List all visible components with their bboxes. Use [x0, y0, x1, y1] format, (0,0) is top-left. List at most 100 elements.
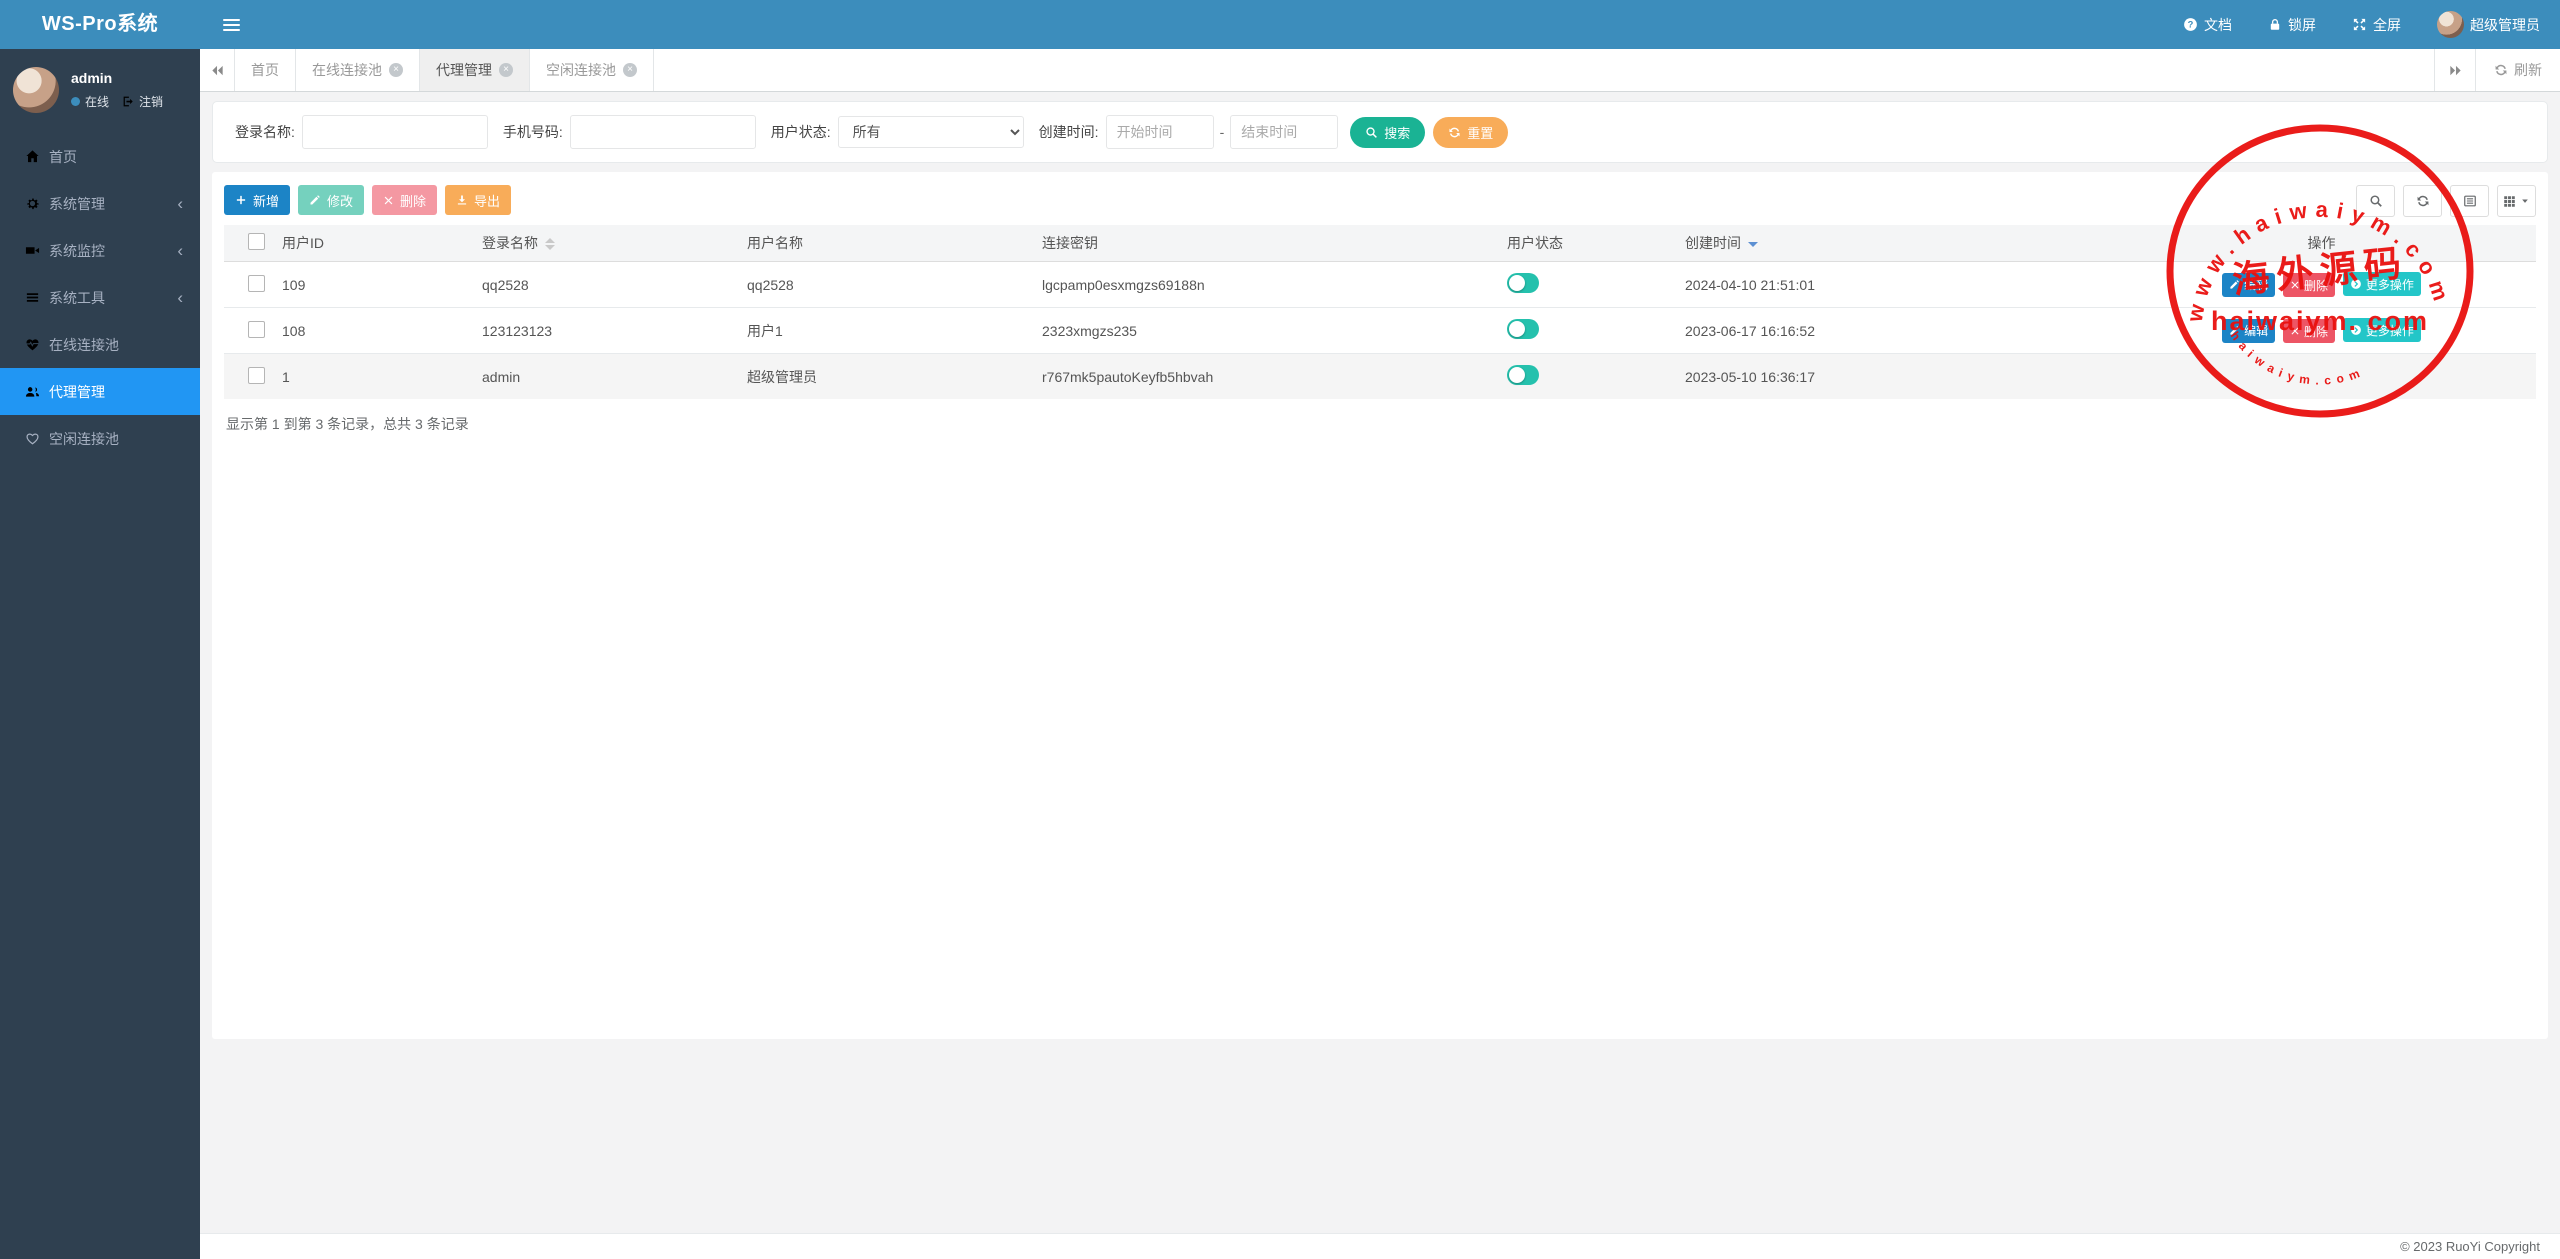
- search-icon: [2369, 194, 2383, 208]
- table-view-tools: [2356, 185, 2536, 217]
- close-icon[interactable]: ×: [623, 63, 637, 77]
- sidebar-item-label: 系统工具: [49, 288, 105, 308]
- home-icon: [25, 149, 40, 164]
- tab-label: 空闲连接池: [546, 60, 616, 80]
- bars-icon: [25, 290, 40, 305]
- cell-conn-key: lgcpamp0esxmgzs69188n: [1034, 262, 1499, 308]
- grid-columns-icon: [2503, 195, 2516, 208]
- avatar[interactable]: [13, 67, 59, 113]
- sidebar-item-system-tools[interactable]: 系统工具 ‹: [0, 274, 200, 321]
- sidebar-item-online-pool[interactable]: 在线连接池: [0, 321, 200, 368]
- logout-label: 注销: [139, 93, 163, 110]
- table-search-button[interactable]: [2356, 185, 2395, 217]
- sort-desc-icon[interactable]: [1748, 242, 1758, 247]
- x-icon: [383, 195, 394, 206]
- table-refresh-button[interactable]: [2403, 185, 2442, 217]
- sidebar-item-system-monitor[interactable]: 系统监控 ‹: [0, 227, 200, 274]
- data-table: 用户ID 登录名称 用户名称 连接密钥 用户状态 创建时间 操作 109: [224, 225, 2536, 399]
- tab-online-pool[interactable]: 在线连接池 ×: [296, 49, 420, 91]
- user-role-label: 超级管理员: [2470, 15, 2540, 35]
- refresh-icon: [1448, 126, 1461, 139]
- fullscreen-icon: [2352, 17, 2367, 32]
- sidebar-menu: 首页 系统管理 ‹ 系统监控 ‹ 系统工具 ‹ 在线连接池 代理管理 空闲连接池: [0, 133, 200, 462]
- user-menu[interactable]: 超级管理员: [2437, 11, 2540, 38]
- sidebar-item-idle-pool[interactable]: 空闲连接池: [0, 415, 200, 462]
- tabs-scroll-left-button[interactable]: [200, 49, 235, 91]
- sidebar-user-panel: admin 在线 注销: [0, 49, 200, 131]
- user-status-toggle[interactable]: [1507, 365, 1539, 385]
- start-time-input[interactable]: [1106, 115, 1214, 149]
- chevron-circle-right-icon: [2350, 278, 2362, 290]
- pencil-icon: [309, 194, 321, 206]
- login-name-label: 登录名称:: [235, 122, 295, 142]
- col-conn-key: 连接密钥: [1034, 225, 1499, 262]
- sidebar-item-proxy-admin[interactable]: 代理管理: [0, 368, 200, 415]
- row-more-button[interactable]: 更多操作: [2343, 272, 2421, 296]
- col-login-name[interactable]: 登录名称: [474, 225, 739, 262]
- reset-button[interactable]: 重置: [1433, 117, 1508, 148]
- sort-icons[interactable]: [545, 238, 555, 250]
- col-user-status: 用户状态: [1499, 225, 1677, 262]
- online-dot-icon: [71, 97, 80, 106]
- fullscreen-button[interactable]: 全屏: [2352, 15, 2401, 35]
- user-status-toggle[interactable]: [1507, 319, 1539, 339]
- tab-proxy-admin[interactable]: 代理管理 ×: [420, 49, 530, 91]
- tab-idle-pool[interactable]: 空闲连接池 ×: [530, 49, 654, 91]
- row-checkbox[interactable]: [248, 275, 265, 292]
- row-edit-button[interactable]: 编辑: [2222, 319, 2275, 343]
- download-icon: [456, 194, 468, 206]
- delete-button[interactable]: 删除: [372, 185, 437, 215]
- row-checkbox[interactable]: [248, 367, 265, 384]
- modify-button[interactable]: 修改: [298, 185, 364, 215]
- close-icon[interactable]: ×: [389, 63, 403, 77]
- col-create-time[interactable]: 创建时间: [1677, 225, 2107, 262]
- chevron-circle-right-icon: [2350, 324, 2362, 336]
- row-more-button[interactable]: 更多操作: [2343, 318, 2421, 342]
- double-chevron-right-icon: [2448, 63, 2463, 78]
- tab-bar: 首页 在线连接池 × 代理管理 × 空闲连接池 × 刷新: [200, 49, 2560, 92]
- row-edit-button[interactable]: 编辑: [2222, 273, 2275, 297]
- phone-input[interactable]: [570, 115, 756, 149]
- search-icon: [1365, 126, 1378, 139]
- tab-label: 代理管理: [436, 60, 492, 80]
- tab-refresh-button[interactable]: 刷新: [2475, 49, 2560, 91]
- cell-create-time: 2023-05-10 16:36:17: [1677, 354, 2107, 400]
- login-name-input[interactable]: [302, 115, 488, 149]
- row-delete-button[interactable]: 删除: [2283, 319, 2335, 343]
- create-time-label: 创建时间:: [1039, 122, 1099, 142]
- row-delete-button[interactable]: 删除: [2283, 273, 2335, 297]
- logout-button[interactable]: 注销: [122, 93, 163, 110]
- caret-down-icon: [2520, 196, 2530, 206]
- table-detail-view-button[interactable]: [2450, 185, 2489, 217]
- row-checkbox[interactable]: [248, 321, 265, 338]
- sidebar-item-home[interactable]: 首页: [0, 133, 200, 180]
- app-logo: WS-Pro系统: [0, 0, 200, 49]
- tab-label: 首页: [251, 60, 279, 80]
- close-icon[interactable]: ×: [499, 63, 513, 77]
- tab-home[interactable]: 首页: [235, 49, 296, 91]
- add-button[interactable]: 新增: [224, 185, 290, 215]
- select-all-checkbox[interactable]: [248, 233, 265, 250]
- table-columns-button[interactable]: [2497, 185, 2536, 217]
- lock-screen-button[interactable]: 锁屏: [2268, 15, 2316, 35]
- sidebar-item-label: 空闲连接池: [49, 429, 119, 449]
- end-time-input[interactable]: [1230, 115, 1338, 149]
- export-button[interactable]: 导出: [445, 185, 511, 215]
- hamburger-icon[interactable]: [223, 16, 240, 34]
- sidebar-item-label: 代理管理: [49, 382, 105, 402]
- sidebar-item-system-admin[interactable]: 系统管理 ‹: [0, 180, 200, 227]
- fullscreen-label: 全屏: [2373, 15, 2401, 35]
- user-status-toggle[interactable]: [1507, 273, 1539, 293]
- sidebar-item-label: 系统监控: [49, 241, 105, 261]
- tabs-scroll-right-button[interactable]: [2434, 49, 2475, 91]
- search-button[interactable]: 搜索: [1350, 117, 1425, 148]
- plus-icon: [235, 194, 247, 206]
- docs-button[interactable]: 文档: [2183, 15, 2232, 35]
- sidebar: WS-Pro系统 admin 在线 注销 首页 系统管理 ‹: [0, 0, 200, 1259]
- refresh-label: 刷新: [2514, 60, 2542, 80]
- cell-login-name: qq2528: [474, 262, 739, 308]
- pencil-icon: [2229, 279, 2240, 290]
- cell-user-name: 用户1: [739, 308, 1034, 354]
- user-status-select[interactable]: 所有: [838, 116, 1024, 148]
- cell-user-name: qq2528: [739, 262, 1034, 308]
